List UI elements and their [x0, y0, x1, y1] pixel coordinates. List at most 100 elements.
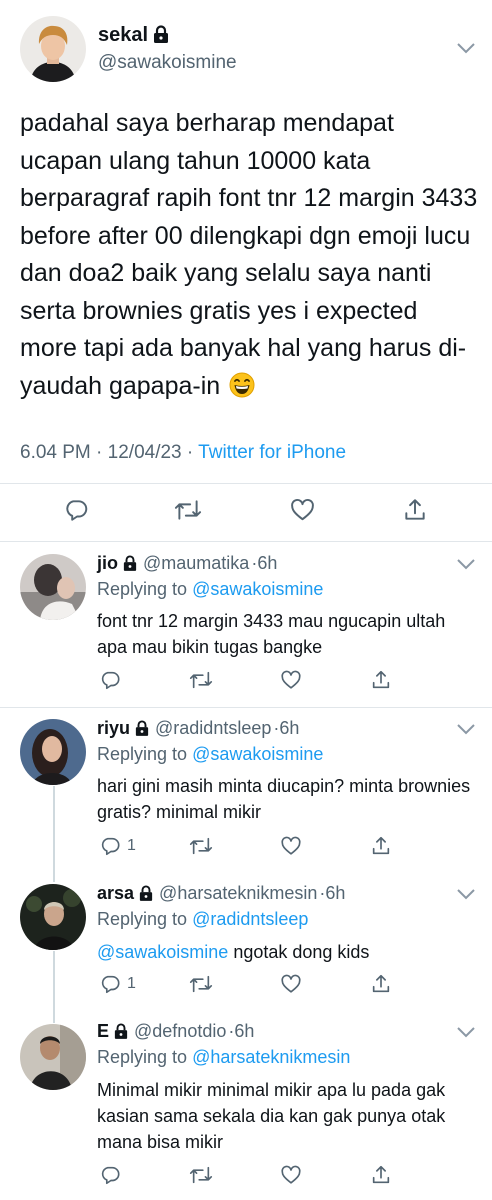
replying-label: Replying to — [97, 744, 188, 764]
retweet-icon — [189, 1166, 213, 1184]
reply-header: E @defnotdio ·6h — [97, 1021, 254, 1042]
like-button[interactable] — [280, 973, 302, 995]
display-name: sekal — [98, 24, 149, 46]
lock-icon — [135, 720, 149, 736]
reply-time-value: 6h — [234, 1021, 255, 1041]
lock-icon — [123, 555, 137, 571]
avatar[interactable] — [20, 554, 86, 620]
reply-handle[interactable]: @defnotdio — [134, 1021, 226, 1041]
share-icon — [372, 1165, 390, 1184]
reply-time-value: 6h — [325, 883, 346, 903]
reply-display-name[interactable]: arsa — [97, 883, 134, 903]
reply-button[interactable] — [63, 497, 89, 523]
replying-to: Replying to @sawakoismine — [97, 579, 323, 600]
divider — [0, 483, 492, 484]
share-icon — [372, 974, 390, 993]
reply-time: ·6h — [319, 883, 346, 903]
author-handle[interactable]: @sawakoismine — [98, 52, 237, 74]
retweet-button[interactable] — [189, 669, 213, 691]
replying-to: Replying to @radidntsleep — [97, 909, 308, 930]
reply-display-name[interactable]: jio — [97, 553, 118, 573]
replying-label: Replying to — [97, 909, 188, 929]
replying-to-link[interactable]: @sawakoismine — [192, 744, 323, 764]
like-button[interactable] — [280, 835, 302, 857]
reply-icon — [101, 975, 120, 994]
chevron-down-icon[interactable] — [456, 888, 476, 900]
reply-handle[interactable]: @harsateknikmesin — [159, 883, 317, 903]
lock-icon — [114, 1023, 128, 1039]
like-icon — [281, 1165, 301, 1184]
mention-link[interactable]: @sawakoismine — [97, 942, 228, 962]
avatar[interactable] — [20, 884, 86, 950]
author-name[interactable]: sekal — [98, 24, 169, 47]
divider — [0, 541, 492, 542]
retweet-icon — [174, 500, 202, 520]
tweet-body: padahal saya berharap mendapat ucapan ul… — [20, 109, 478, 400]
replying-to-link[interactable]: @sawakoismine — [192, 579, 323, 599]
share-button[interactable] — [370, 1164, 392, 1186]
replying-to-link[interactable]: @harsateknikmesin — [192, 1047, 350, 1067]
replying-to: Replying to @harsateknikmesin — [97, 1047, 350, 1068]
like-button[interactable] — [289, 497, 316, 523]
divider — [0, 707, 492, 708]
share-button[interactable] — [370, 973, 392, 995]
replying-label: Replying to — [97, 1047, 188, 1067]
reply-text: hari gini masih minta diucapin? minta br… — [97, 776, 471, 822]
tweet-text: padahal saya berharap mendapat ucapan ul… — [20, 105, 480, 405]
reply-header: riyu @radidntsleep ·6h — [97, 718, 299, 739]
chevron-down-icon[interactable] — [456, 558, 476, 570]
share-button[interactable] — [370, 669, 392, 691]
reply-time-value: 6h — [279, 718, 300, 738]
reply-display-name[interactable]: riyu — [97, 718, 130, 738]
lock-icon — [139, 885, 153, 901]
chevron-down-icon[interactable] — [456, 1026, 476, 1038]
reply-time: ·6h — [228, 1021, 255, 1041]
share-icon — [405, 499, 425, 520]
like-icon — [281, 670, 301, 689]
reply-text: @sawakoismine ngotak dong kids — [97, 939, 477, 965]
reply-button[interactable]: 1 — [99, 835, 136, 857]
retweet-icon — [189, 975, 213, 993]
chevron-down-icon[interactable] — [456, 42, 476, 54]
reply-header: arsa @harsateknikmesin ·6h — [97, 883, 345, 904]
replying-to-link[interactable]: @radidntsleep — [192, 909, 308, 929]
retweet-icon — [189, 671, 213, 689]
replying-label: Replying to — [97, 579, 188, 599]
reply-time: ·6h — [251, 553, 278, 573]
reply-icon — [66, 500, 88, 521]
meta-separator-2: · — [186, 442, 194, 463]
tweet-source-link[interactable]: Twitter for iPhone — [198, 442, 346, 463]
tweet-date[interactable]: 12/04/23 — [108, 442, 182, 463]
share-icon — [372, 836, 390, 855]
reply-button[interactable]: 1 — [99, 973, 136, 995]
retweet-button[interactable] — [189, 835, 213, 857]
reply-handle[interactable]: @radidntsleep — [155, 718, 271, 738]
reply-count: 1 — [127, 837, 136, 854]
reply-count: 1 — [127, 975, 136, 992]
like-button[interactable] — [280, 669, 302, 691]
retweet-button[interactable] — [189, 973, 213, 995]
grinning-face-icon — [229, 372, 255, 397]
meta-separator: · — [96, 442, 103, 463]
replying-to: Replying to @sawakoismine — [97, 744, 323, 765]
reply-header: jio @maumatika ·6h — [97, 553, 277, 574]
retweet-button[interactable] — [174, 497, 202, 523]
avatar[interactable] — [20, 719, 86, 785]
retweet-icon — [189, 837, 213, 855]
retweet-button[interactable] — [189, 1164, 213, 1186]
reply-display-name[interactable]: E — [97, 1021, 109, 1041]
avatar[interactable] — [20, 1024, 86, 1090]
like-button[interactable] — [280, 1164, 302, 1186]
chevron-down-icon[interactable] — [456, 723, 476, 735]
reply-button[interactable] — [99, 1164, 121, 1186]
share-button[interactable] — [402, 497, 428, 523]
share-icon — [372, 670, 390, 689]
reply-text: font tnr 12 margin 3433 mau ngucapin ult… — [97, 611, 446, 657]
avatar[interactable] — [20, 16, 86, 82]
reply-button[interactable] — [99, 669, 121, 691]
reply-handle[interactable]: @maumatika — [143, 553, 249, 573]
lock-icon — [154, 25, 169, 43]
tweet-time[interactable]: 6.04 PM — [20, 442, 91, 463]
share-button[interactable] — [370, 835, 392, 857]
reply-time-value: 6h — [257, 553, 278, 573]
